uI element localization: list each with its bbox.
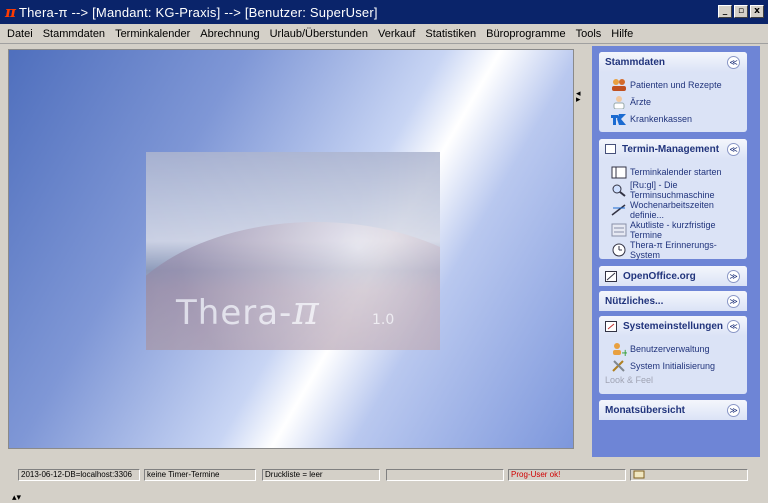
status-empty — [386, 469, 504, 481]
collapse-icon[interactable]: ≪ — [727, 55, 740, 69]
menu-urlaub[interactable]: Urlaub/Überstunden — [265, 28, 373, 40]
splash-version: 1.0 — [372, 312, 395, 328]
link-aerzte[interactable]: Ärzte — [611, 93, 741, 110]
menu-stammdaten[interactable]: Stammdaten — [38, 28, 110, 40]
title-bar: π Thera-π --> [Mandant: KG-Praxis] --> [… — [0, 0, 768, 24]
close-button[interactable]: x — [750, 5, 764, 18]
group-openoffice: OpenOffice.org ≫ — [599, 266, 747, 286]
patients-icon — [612, 78, 626, 91]
desktop-area: Thera-π 1.0 — [8, 49, 574, 449]
group-nuetzliches: Nützliches... ≫ — [599, 291, 747, 311]
pi-logo-icon: π — [292, 288, 320, 334]
link-krankenkassen[interactable]: Krankenkassen — [611, 110, 741, 127]
tools-icon — [612, 359, 625, 372]
expand-icon[interactable]: ≫ — [727, 403, 740, 417]
link-wochenarbeitszeiten[interactable]: Wochenarbeitszeiten definie... — [611, 200, 741, 220]
menu-statistiken[interactable]: Statistiken — [420, 28, 481, 40]
link-terminsuche[interactable]: [Ru:gl] - Die Terminsuchmaschine — [611, 180, 741, 200]
status-timer: keine Timer-Termine — [144, 469, 256, 481]
link-terminkalender[interactable]: Terminkalender starten — [611, 163, 741, 180]
edit-icon — [605, 270, 617, 282]
calendar-icon — [611, 166, 627, 178]
menu-abrechnung[interactable]: Abrechnung — [195, 28, 264, 40]
group-header-monat[interactable]: Monatsübersicht ≫ — [599, 400, 747, 420]
group-header-stammdaten[interactable]: Stammdaten ≪ — [599, 52, 747, 72]
list-icon — [611, 223, 627, 237]
clock-icon — [612, 243, 626, 257]
task-panel: Stammdaten ≪ Patienten und Rezepte Ärzte… — [592, 46, 760, 457]
menu-datei[interactable]: Datei — [2, 28, 38, 40]
status-db: 2013-06-12-DB=localhost:3306 — [18, 469, 140, 481]
link-erinnerung[interactable]: Thera-π Erinnerungs-System — [611, 240, 741, 260]
status-user-icon — [630, 469, 748, 481]
group-termin-management: Termin-Management ≪ Terminkalender start… — [599, 139, 747, 260]
svg-text:+: + — [621, 348, 627, 356]
status-bar: 2013-06-12-DB=localhost:3306 keine Timer… — [0, 466, 768, 481]
status-print: Druckliste = leer — [262, 469, 380, 481]
link-patienten[interactable]: Patienten und Rezepte — [611, 76, 741, 93]
maximize-button[interactable]: ▫ — [734, 5, 748, 18]
menu-bar: Datei Stammdaten Terminkalender Abrechnu… — [0, 24, 768, 44]
link-look-and-feel[interactable]: Look & Feel — [605, 374, 741, 385]
expand-icon[interactable]: ≫ — [727, 294, 740, 308]
worktime-icon — [611, 204, 626, 216]
expand-arrow-icon[interactable]: ▴▾ — [12, 493, 21, 503]
window-title: Thera-π --> [Mandant: KG-Praxis] --> [Be… — [18, 4, 378, 20]
app-logo-icon: π — [5, 3, 16, 21]
group-stammdaten: Stammdaten ≪ Patienten und Rezepte Ärzte… — [599, 52, 747, 132]
minimize-button[interactable]: _ — [718, 5, 732, 18]
menu-bueroprogramme[interactable]: Büroprogramme — [481, 28, 570, 40]
menu-verkauf[interactable]: Verkauf — [373, 28, 420, 40]
group-systemeinstellungen: Systemeinstellungen ≪ + Benutzerverwaltu… — [599, 316, 747, 394]
link-akutliste[interactable]: Akutliste - kurzfristige Termine — [611, 220, 741, 240]
group-header-system[interactable]: Systemeinstellungen ≪ — [599, 316, 747, 336]
group-header-termin[interactable]: Termin-Management ≪ — [599, 139, 747, 159]
collapse-icon[interactable]: ≪ — [727, 319, 740, 333]
link-system-init[interactable]: System Initialisierung — [611, 357, 741, 374]
splash-image: Thera-π 1.0 — [146, 152, 440, 350]
insurance-icon — [611, 113, 626, 125]
link-benutzerverwaltung[interactable]: + Benutzerverwaltung — [611, 340, 741, 357]
settings-icon — [605, 320, 617, 332]
menu-terminkalender[interactable]: Terminkalender — [110, 28, 195, 40]
collapse-arrow-icon[interactable]: ◂ ▸ — [576, 90, 581, 105]
search-icon — [612, 184, 626, 197]
expand-icon[interactable]: ≫ — [727, 269, 740, 283]
group-header-openoffice[interactable]: OpenOffice.org ≫ — [599, 266, 747, 286]
menu-hilfe[interactable]: Hilfe — [606, 28, 638, 40]
status-prog-user: Prog-User ok! — [508, 469, 626, 481]
users-icon: + — [613, 342, 627, 356]
menu-tools[interactable]: Tools — [571, 28, 607, 40]
collapse-icon[interactable]: ≪ — [727, 142, 740, 156]
main-content: Thera-π 1.0 ◂ ▸ ▴▾ — [0, 45, 586, 503]
doctor-icon — [613, 95, 625, 109]
splash-brand: Thera-π — [176, 288, 320, 334]
group-header-nuetzliches[interactable]: Nützliches... ≫ — [599, 291, 747, 311]
window-icon — [605, 144, 616, 154]
group-monatsuebersicht: Monatsübersicht ≫ — [599, 400, 747, 420]
